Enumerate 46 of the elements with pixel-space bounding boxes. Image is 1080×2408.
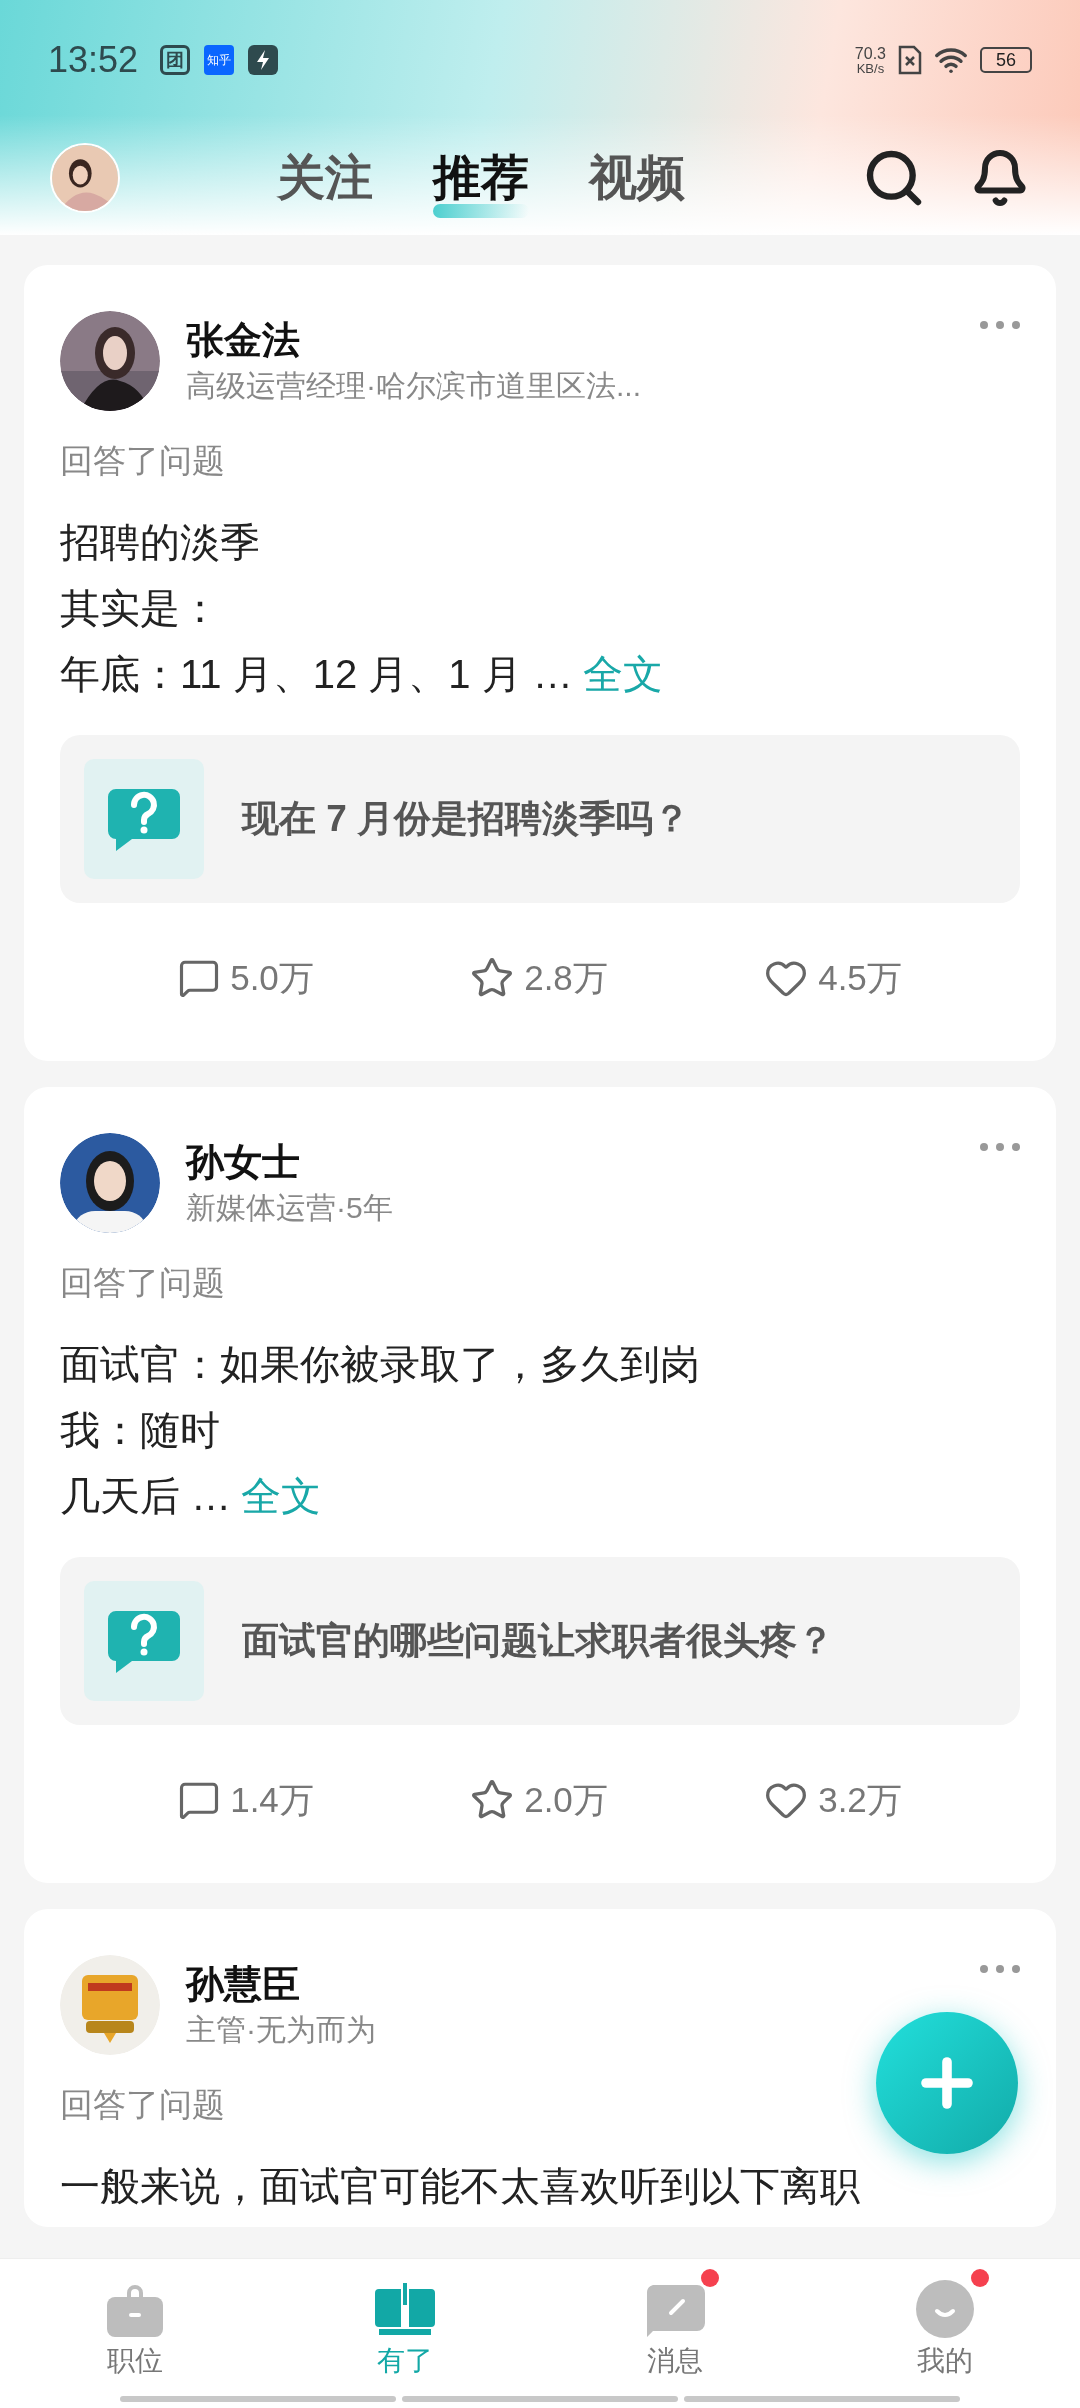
post-text: 招聘的淡季 [60,519,260,566]
favorite-count: 2.0万 [524,1778,608,1821]
activity-label: 回答了问题 [60,2085,226,2125]
question-icon [84,759,204,879]
more-icon[interactable] [980,321,1020,329]
author-name[interactable]: 张金法 [186,315,954,365]
author-subtitle: 新媒体运营·5年 [186,1190,394,1226]
post-text: 我：随时 [60,1407,220,1454]
status-time: 13:52 [48,38,139,82]
lightning-icon [248,45,279,75]
question-box[interactable]: 现在 7 月份是招聘淡季吗？ [60,735,1020,903]
sim-icon [898,45,922,75]
speed-unit: KB/s [856,61,885,75]
activity-label: 回答了问题 [60,441,226,481]
post-text: 一般来说，面试官可能不太喜欢听到以下离职 [60,2163,860,2210]
nav-tab[interactable]: 消息 [540,2259,810,2396]
author-subtitle: 高级运营经理·哈尔滨市道里区法... [186,368,642,404]
post-text: 年底：11 月、12 月、1 月 … [60,651,573,698]
question-box[interactable]: 面试官的哪些问题让求职者很头疼？ [60,1557,1020,1725]
post-text: 面试官：如果你被录取了，多久到岗 [60,1341,700,1388]
app-icon: 知乎 [204,45,235,75]
feed-tab[interactable]: 推荐 [433,137,529,218]
question-icon [84,1581,204,1701]
post-text: 几天后 … [60,1473,232,1520]
feed-tab[interactable]: 关注 [277,137,373,218]
author-subtitle: 主管·无为而为 [186,2012,377,2048]
post-text: 其实是： [60,585,220,632]
nav-tab[interactable]: 职位 [0,2259,270,2396]
question-title: 现在 7 月份是招聘淡季吗？ [242,797,691,842]
comment-count: 1.4万 [230,1778,314,1821]
app-icon: 团 [160,45,191,75]
author-name[interactable]: 孙慧臣 [186,1959,954,2009]
more-icon[interactable] [980,1143,1020,1151]
smile-icon [915,2279,975,2339]
network-speed: 70.3 [854,45,886,62]
feed-tab[interactable]: 视频 [589,137,685,218]
favorite-count: 2.8万 [524,956,608,999]
like-count: 4.5万 [818,956,902,999]
battery-level: 56 [996,51,1016,69]
question-title: 面试官的哪些问题让求职者很头疼？ [242,1619,834,1664]
author-name[interactable]: 孙女士 [186,1137,954,1187]
more-icon[interactable] [980,1965,1020,1973]
nav-tab[interactable]: 我的 [810,2259,1080,2396]
activity-label: 回答了问题 [60,1263,226,1303]
like-count: 3.2万 [818,1778,902,1821]
comment-count: 5.0万 [230,956,314,999]
